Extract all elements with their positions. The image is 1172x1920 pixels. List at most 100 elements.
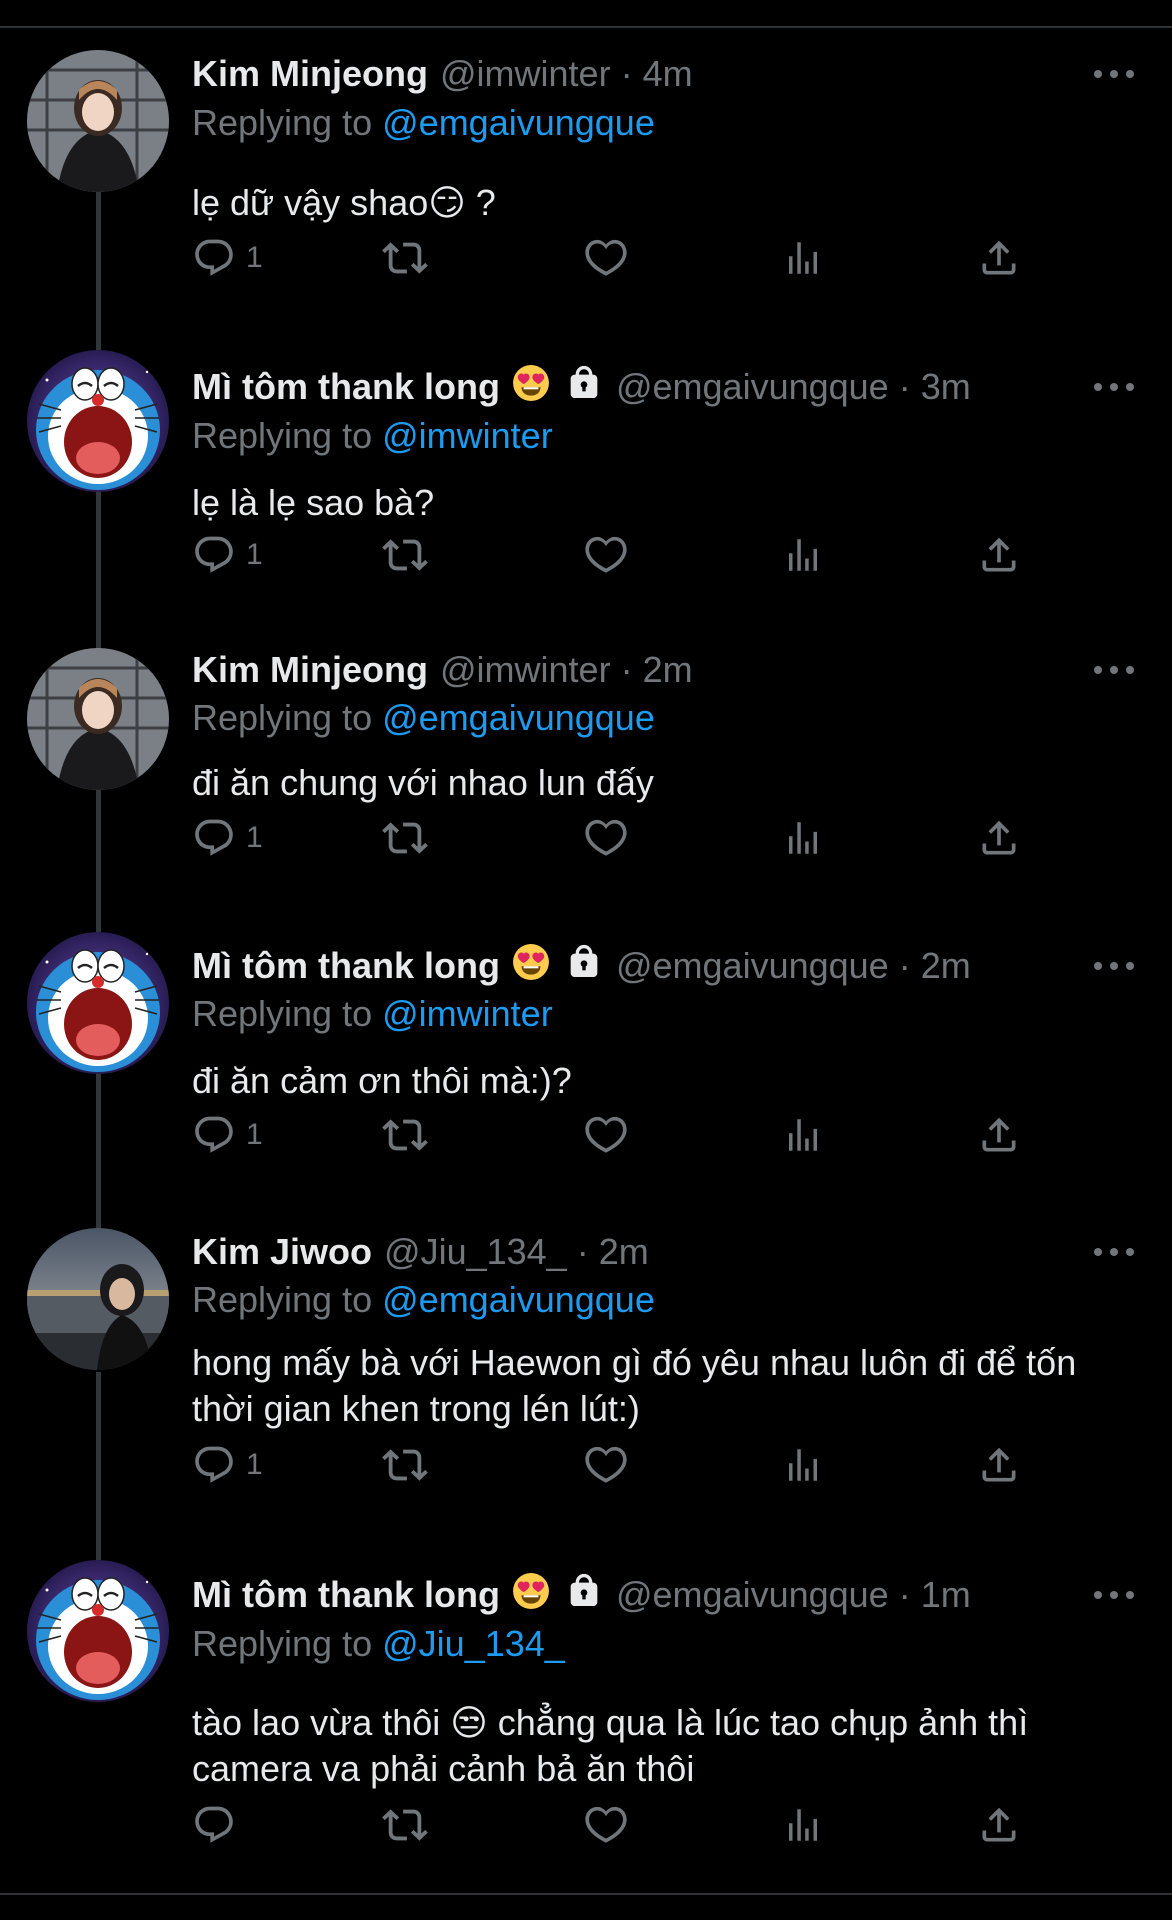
mention-link[interactable]: @imwinter — [382, 415, 553, 456]
like-button[interactable] — [584, 813, 628, 863]
analytics-button[interactable] — [782, 233, 824, 283]
user-handle[interactable]: @emgaivungque — [616, 366, 889, 408]
analytics-button[interactable] — [782, 1440, 824, 1490]
tweet-text: hong mấy bà với Haewon gì đó yêu nhau lu… — [192, 1342, 1077, 1429]
reply-button[interactable]: 1 — [192, 233, 263, 283]
display-name[interactable]: Kim Jiwoo — [192, 1231, 372, 1273]
share-icon — [977, 533, 1021, 577]
replying-to-label: Replying to — [192, 1623, 373, 1664]
retweet-button[interactable] — [382, 233, 428, 283]
tweet-header: Mì tôm thank long @emgaivungque · 3m — [192, 364, 1132, 409]
reply-icon — [192, 1113, 236, 1157]
analytics-button[interactable] — [782, 1110, 824, 1160]
mention-link[interactable]: @emgaivungque — [382, 102, 655, 143]
retweet-button[interactable] — [382, 1800, 428, 1850]
user-handle[interactable]: @emgaivungque — [616, 945, 889, 987]
separator-dot: · — [898, 366, 911, 407]
like-icon — [584, 1803, 628, 1847]
avatar[interactable] — [27, 1228, 169, 1370]
share-icon — [977, 816, 1021, 860]
tweet-header: Mì tôm thank long @emgaivungque · 2m — [192, 942, 1132, 991]
share-button[interactable] — [977, 1800, 1021, 1850]
timestamp[interactable]: 1m — [921, 1574, 971, 1616]
tweet-actions: 1 — [192, 1110, 1052, 1160]
more-icon[interactable] — [1094, 1585, 1134, 1605]
share-button[interactable] — [977, 1440, 1021, 1490]
display-name[interactable]: Mì tôm thank long — [192, 366, 500, 408]
share-button[interactable] — [977, 1110, 1021, 1160]
reply-count: 1 — [246, 821, 263, 854]
reply-button[interactable]: 1 — [192, 813, 263, 863]
timestamp[interactable]: 4m — [643, 53, 693, 95]
retweet-button[interactable] — [382, 1440, 428, 1490]
avatar[interactable] — [27, 1560, 169, 1702]
avatar[interactable] — [27, 350, 169, 492]
like-button[interactable] — [584, 1440, 628, 1490]
more-icon[interactable] — [1094, 956, 1134, 976]
reply-count: 1 — [246, 1118, 263, 1151]
timestamp[interactable]: 2m — [921, 945, 971, 987]
thread-connector-line — [96, 1372, 101, 1560]
display-name[interactable]: Kim Minjeong — [192, 53, 428, 95]
reply-button[interactable]: 1 — [192, 1440, 263, 1490]
timestamp[interactable]: 2m — [643, 649, 693, 691]
display-name[interactable]: Kim Minjeong — [192, 649, 428, 691]
reply-button[interactable] — [192, 1800, 246, 1850]
more-icon[interactable] — [1094, 660, 1134, 680]
tweet-actions — [192, 1800, 1052, 1850]
analytics-icon — [782, 1114, 824, 1156]
share-button[interactable] — [977, 530, 1021, 580]
avatar[interactable] — [27, 648, 169, 790]
heart-eyes-emoji-icon — [512, 943, 550, 990]
bottom-divider — [0, 1893, 1172, 1895]
mention-link[interactable]: @emgaivungque — [382, 1279, 655, 1320]
tweet-text: lẹ là lẹ sao bà? — [192, 482, 435, 523]
avatar[interactable] — [27, 932, 169, 1074]
more-icon[interactable] — [1094, 1242, 1134, 1262]
mention-link[interactable]: @emgaivungque — [382, 697, 655, 738]
user-handle[interactable]: @emgaivungque — [616, 1574, 889, 1616]
like-button[interactable] — [584, 530, 628, 580]
user-handle[interactable]: @Jiu_134_ — [384, 1231, 567, 1273]
more-icon[interactable] — [1094, 377, 1134, 397]
share-icon — [977, 236, 1021, 280]
like-button[interactable] — [584, 233, 628, 283]
replying-to-label: Replying to — [192, 1279, 373, 1320]
like-icon — [584, 533, 628, 577]
share-button[interactable] — [977, 233, 1021, 283]
reply-icon — [192, 816, 236, 860]
display-name[interactable]: Mì tôm thank long — [192, 945, 500, 987]
reply-icon — [192, 533, 236, 577]
tweet-header: Kim Minjeong @imwinter · 2m — [192, 648, 1132, 692]
retweet-button[interactable] — [382, 813, 428, 863]
like-button[interactable] — [584, 1800, 628, 1850]
retweet-button[interactable] — [382, 530, 428, 580]
share-button[interactable] — [977, 813, 1021, 863]
tweet-text: tào lao vừa thôi 😒 chẳng qua là lúc tao … — [192, 1702, 1029, 1789]
replying-to: Replying to @Jiu_134_ — [192, 1623, 565, 1665]
retweet-button[interactable] — [382, 1110, 428, 1160]
replying-to: Replying to @emgaivungque — [192, 1279, 655, 1321]
mention-link[interactable]: @Jiu_134_ — [382, 1623, 565, 1664]
analytics-button[interactable] — [782, 1800, 824, 1850]
user-handle[interactable]: @imwinter — [440, 649, 611, 691]
timestamp[interactable]: 3m — [921, 366, 971, 408]
reply-count: 1 — [246, 1448, 263, 1481]
analytics-button[interactable] — [782, 813, 824, 863]
analytics-button[interactable] — [782, 530, 824, 580]
separator-dot: · — [898, 945, 911, 986]
reply-button[interactable]: 1 — [192, 1110, 263, 1160]
avatar[interactable] — [27, 50, 169, 192]
mention-link[interactable]: @imwinter — [382, 993, 553, 1034]
display-name[interactable]: Mì tôm thank long — [192, 1574, 500, 1616]
tweet-actions: 1 — [192, 1440, 1052, 1490]
reply-button[interactable]: 1 — [192, 530, 263, 580]
tweet-text: đi ăn chung với nhao lun đấy — [192, 762, 654, 803]
more-icon[interactable] — [1094, 64, 1134, 84]
lock-icon — [564, 942, 604, 991]
user-handle[interactable]: @imwinter — [440, 53, 611, 95]
like-button[interactable] — [584, 1110, 628, 1160]
tweet-header: Kim Jiwoo @Jiu_134_ · 2m — [192, 1230, 1132, 1274]
timestamp[interactable]: 2m — [599, 1231, 649, 1273]
replying-to: Replying to @emgaivungque — [192, 102, 655, 144]
